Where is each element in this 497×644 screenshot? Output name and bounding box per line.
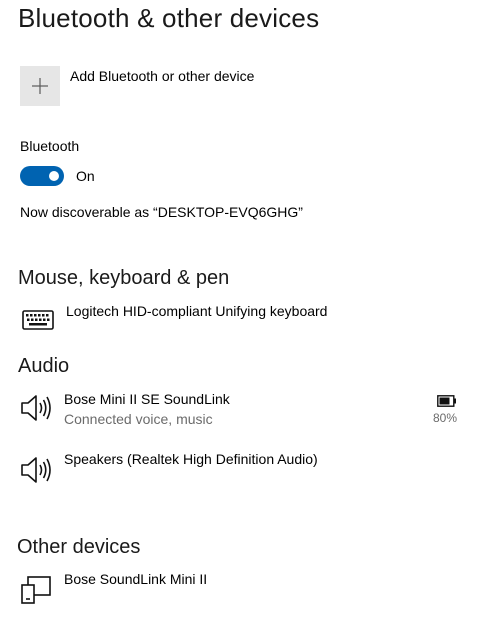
plus-icon [32, 78, 48, 94]
device-name: Logitech HID-compliant Unifying keyboard [66, 303, 328, 319]
page-title: Bluetooth & other devices [18, 3, 320, 33]
device-row-bose-mini-ii-se[interactable]: Bose Mini II SE SoundLink Connected voic… [18, 388, 463, 432]
toggle-knob [49, 171, 59, 181]
section-title-other-devices: Other devices [17, 536, 141, 558]
bluetooth-label: Bluetooth [20, 138, 80, 154]
device-icon [18, 574, 54, 606]
bluetooth-toggle-state: On [76, 168, 95, 184]
bluetooth-toggle[interactable] [20, 166, 64, 186]
keyboard-icon [20, 304, 56, 336]
section-title-mouse-keyboard-pen: Mouse, keyboard & pen [18, 267, 230, 289]
device-row-keyboard[interactable]: Logitech HID-compliant Unifying keyboard [18, 302, 418, 338]
device-row-bose-soundlink-mini-ii[interactable]: Bose SoundLink Mini II [18, 570, 418, 610]
speaker-icon [18, 454, 54, 486]
add-device-label[interactable]: Add Bluetooth or other device [70, 68, 254, 84]
device-row-realtek-speakers[interactable]: Speakers (Realtek High Definition Audio) [18, 450, 438, 490]
device-name: Bose Mini II SE SoundLink [64, 391, 230, 407]
device-status: Connected voice, music [64, 411, 213, 427]
discoverable-text: Now discoverable as “DESKTOP-EVQ6GHG” [20, 204, 303, 220]
battery-icon [437, 394, 457, 412]
device-name: Speakers (Realtek High Definition Audio) [64, 451, 318, 467]
speaker-icon [18, 392, 54, 424]
device-name: Bose SoundLink Mini II [64, 571, 208, 587]
section-title-audio: Audio [18, 355, 70, 377]
add-device-button[interactable] [20, 66, 60, 106]
battery-percentage: 80% [433, 411, 458, 425]
